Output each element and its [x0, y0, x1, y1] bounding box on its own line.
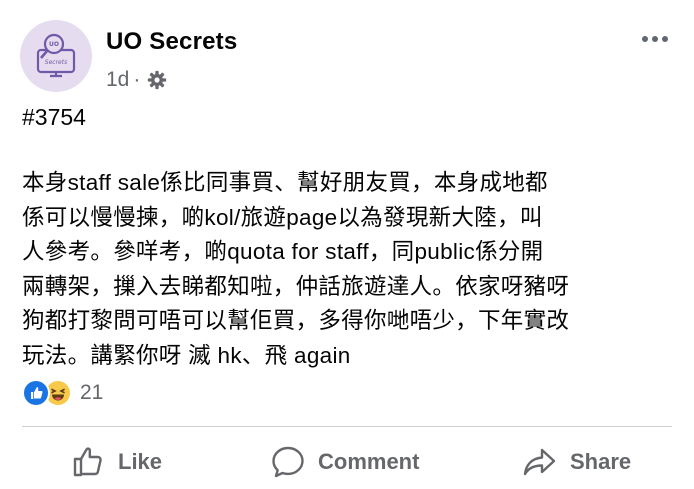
more-dot-icon: [652, 36, 658, 42]
more-dot-icon: [662, 36, 668, 42]
post-number: #3754: [22, 104, 86, 130]
share-label: Share: [570, 449, 632, 474]
reaction-count: 21: [80, 381, 104, 404]
post-card: UO Secrets UO Secrets 1d · #3754 本身staff…: [0, 0, 694, 489]
like-label: Like: [118, 449, 163, 474]
like-button[interactable]: Like: [70, 440, 162, 484]
reactions-summary[interactable]: 21: [22, 378, 103, 408]
svg-text:UO: UO: [49, 41, 59, 48]
share-arrow-icon: [523, 448, 556, 476]
page-avatar[interactable]: UO Secrets: [20, 20, 92, 92]
comment-label: Comment: [318, 449, 420, 474]
more-options-button[interactable]: [636, 28, 674, 50]
thumbs-up-icon: [73, 447, 102, 477]
avatar-logo-icon: UO Secrets: [36, 33, 76, 78]
action-divider: [22, 426, 672, 427]
page-name-link[interactable]: UO Secrets: [106, 28, 237, 56]
share-button[interactable]: Share: [522, 440, 631, 484]
post-body-text: 本身staff sale係比同事買、幫好朋友買，本身成地都 係可以慢慢揀，啲ko…: [22, 170, 570, 368]
comment-button[interactable]: Comment: [270, 440, 419, 484]
audience-settings-icon[interactable]: [146, 69, 168, 91]
more-dot-icon: [642, 36, 648, 42]
post-meta: 1d ·: [106, 66, 168, 94]
comment-bubble-icon: [272, 446, 304, 478]
meta-separator: ·: [133, 68, 141, 91]
timestamp-link[interactable]: 1d: [106, 68, 129, 92]
svg-text:Secrets: Secrets: [45, 59, 67, 66]
like-reaction-icon: [22, 379, 50, 407]
